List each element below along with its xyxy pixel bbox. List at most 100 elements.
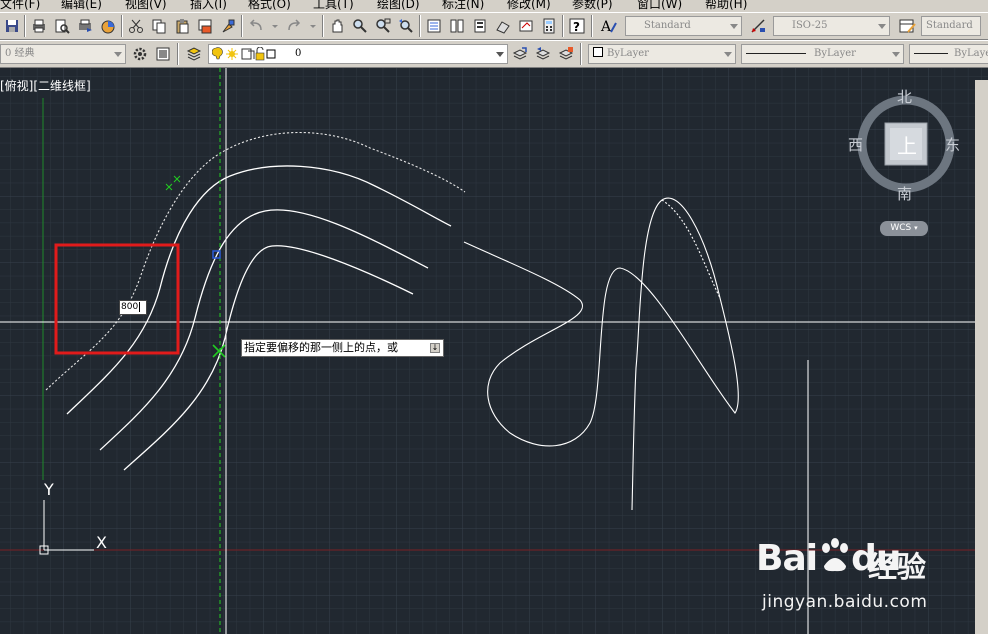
redo-button[interactable] <box>284 16 320 36</box>
text-style-button[interactable]: A <box>599 16 619 36</box>
layer-current-icon <box>512 47 528 60</box>
help-icon: ? <box>569 18 585 34</box>
baidu-watermark: Bai du 经验 jingyan.baidu.com <box>756 536 946 616</box>
menu-parametric[interactable]: 参数(P) <box>572 0 613 11</box>
table-style-icon <box>899 19 916 33</box>
drawing-area[interactable]: [俯视][二维线框] Y X 800 指定要偏移的那一侧上的点，或 ↓ 北 南 … <box>0 68 988 634</box>
menu-file[interactable]: 文件(F) <box>0 0 40 11</box>
viewcube-east[interactable]: 东 <box>945 134 960 155</box>
viewcube-south[interactable]: 南 <box>897 183 912 204</box>
workspace-value: 0 经典 <box>5 48 35 59</box>
copy-with-base-button[interactable] <box>195 16 215 36</box>
save-button[interactable] <box>2 16 22 36</box>
layer-previous-button[interactable] <box>533 44 553 64</box>
sheet-set-button[interactable] <box>493 16 513 36</box>
table-style-button[interactable] <box>898 16 918 36</box>
standard-toolbar: ? A Standard ISO-25 Standard <box>0 12 988 40</box>
menu-draw[interactable]: 绘图(D) <box>377 0 420 11</box>
menu-insert[interactable]: 插入(I) <box>190 0 227 11</box>
menu-window[interactable]: 窗口(W) <box>637 0 682 11</box>
linetype-value: ByLayer <box>814 48 856 59</box>
viewport-label[interactable]: [俯视][二维线框] <box>0 77 91 94</box>
chevron-down-icon <box>493 45 507 63</box>
text-cursor <box>139 302 144 312</box>
hand-icon <box>332 19 343 33</box>
baidu-paw-icon <box>822 538 848 572</box>
match-properties-button[interactable] <box>218 16 238 36</box>
linetype-select[interactable]: ByLayer <box>741 44 904 64</box>
block-icon <box>198 19 212 34</box>
markup-button[interactable] <box>516 16 536 36</box>
color-swatch <box>593 47 603 57</box>
help-button[interactable]: ? <box>567 16 587 36</box>
table-style-select[interactable]: Standard <box>921 16 981 36</box>
plot-button[interactable] <box>29 16 49 36</box>
wcs-menu[interactable]: WCS ▾ <box>880 221 928 236</box>
menu-format[interactable]: 格式(O) <box>248 0 291 11</box>
ucs-y-label: Y <box>44 480 54 499</box>
vertical-scrollbar[interactable] <box>975 80 988 634</box>
paste-button[interactable] <box>172 16 192 36</box>
quickcalc-button[interactable] <box>539 16 559 36</box>
workspace-select[interactable]: 0 经典 <box>0 44 126 64</box>
menu-tools[interactable]: 工具(T) <box>313 0 354 11</box>
publish-button[interactable] <box>75 16 95 36</box>
svg-text:A: A <box>600 19 612 34</box>
menu-view[interactable]: 视图(V) <box>125 0 167 11</box>
tool-palettes-button[interactable] <box>470 16 490 36</box>
text-style-icon: A <box>600 19 617 34</box>
viewcube-north[interactable]: 北 <box>897 86 912 107</box>
menu-dimension[interactable]: 标注(N) <box>442 0 484 11</box>
make-current-layer-button[interactable] <box>510 44 530 64</box>
menu-modify[interactable]: 修改(M) <box>507 0 551 11</box>
chevron-down-icon: ▾ <box>914 224 918 232</box>
lineweight-value: ByLaye <box>954 48 988 59</box>
3d-dwf-button[interactable] <box>98 16 118 36</box>
color-select[interactable]: ByLayer <box>588 44 736 64</box>
lineweight-select[interactable]: ByLaye <box>909 44 988 64</box>
layer-state-button[interactable] <box>556 44 576 64</box>
viewcube-face-top[interactable]: 上 <box>897 130 917 159</box>
dimension-style-button[interactable] <box>749 16 769 36</box>
brush-icon <box>222 19 235 33</box>
zoom-previous-button[interactable] <box>396 16 416 36</box>
cut-button[interactable] <box>126 16 146 36</box>
dynamic-input-field[interactable]: 800 <box>119 300 147 315</box>
copy-button[interactable] <box>149 16 169 36</box>
workspace-settings-button[interactable] <box>130 44 150 64</box>
zoom-window-button[interactable] <box>373 16 393 36</box>
menu-help[interactable]: 帮助(H) <box>705 0 747 11</box>
gear-icon <box>133 47 147 61</box>
tooltip-options-icon[interactable]: ↓ <box>430 343 440 353</box>
viewcube[interactable]: 北 南 东 西 上 <box>848 86 970 206</box>
layer-previous-icon <box>535 47 551 60</box>
design-center-button[interactable] <box>447 16 467 36</box>
separator <box>419 15 421 37</box>
separator <box>24 15 26 37</box>
plot-preview-button[interactable] <box>52 16 72 36</box>
layer-properties-button[interactable] <box>184 44 204 64</box>
text-style-value: Standard <box>644 20 691 31</box>
layer-select[interactable]: 0 <box>208 44 508 64</box>
properties-button[interactable] <box>424 16 444 36</box>
separator <box>562 15 564 37</box>
redo-icon <box>288 19 316 31</box>
clean-screen-button[interactable] <box>153 44 173 64</box>
zoom-realtime-button[interactable] <box>350 16 370 36</box>
dimension-style-icon <box>751 19 765 33</box>
viewcube-west[interactable]: 西 <box>848 134 863 155</box>
menu-bar: 文件(F) 编辑(E) 视图(V) 插入(I) 格式(O) 工具(T) 绘图(D… <box>0 0 988 12</box>
preview-icon <box>55 19 70 34</box>
menu-edit[interactable]: 编辑(E) <box>61 0 102 11</box>
dwf-icon <box>101 20 115 34</box>
copy-icon <box>152 19 166 34</box>
clean-screen-icon <box>156 47 170 61</box>
text-style-select[interactable]: Standard <box>625 16 742 36</box>
dimension-style-value: ISO-25 <box>792 20 828 31</box>
pan-button[interactable] <box>327 16 347 36</box>
separator <box>177 43 179 65</box>
publish-icon <box>79 19 92 32</box>
dimension-style-select[interactable]: ISO-25 <box>773 16 890 36</box>
undo-button[interactable] <box>246 16 282 36</box>
printer-icon <box>33 19 45 33</box>
